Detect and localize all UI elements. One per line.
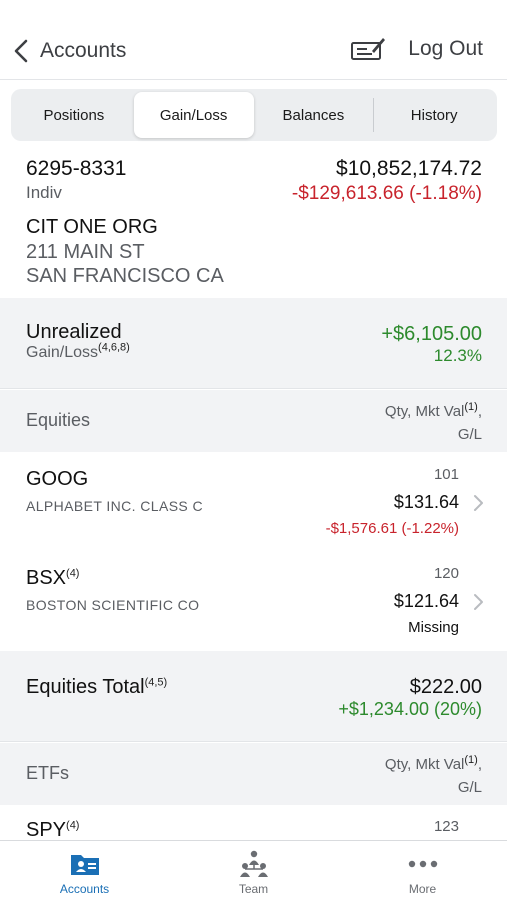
chevron-right-icon [473, 494, 485, 512]
position-quantity: 101 [433, 466, 459, 483]
chevron-left-icon [14, 34, 36, 68]
account-summary: 6295-8331 Indiv $10,852,174.72 -$129,613… [0, 152, 507, 298]
equities-total-section: Equities Total(4,5) $222.00 +$1,234.00 (… [0, 651, 507, 742]
position-symbol: GOOG [26, 468, 88, 491]
team-icon [237, 849, 271, 879]
etfs-header: ETFs Qty, Mkt Val(1), G/L [0, 743, 507, 805]
unrealized-gain-loss-section: Unrealized Gain/Loss(4,6,8) +$6,105.00 1… [0, 298, 507, 389]
equities-columns-label: Qty, Mkt Val(1), G/L [385, 400, 482, 446]
position-symbol: BSX(4) [26, 567, 79, 590]
equities-total-label: Equities Total(4,5) [26, 676, 167, 699]
footnote-ref[interactable]: (1) [464, 754, 477, 766]
etfs-label: ETFs [26, 763, 69, 783]
position-gain-loss: -$1,576.61 (-1.22%) [325, 520, 459, 537]
position-quantity: 120 [433, 565, 459, 582]
unrealized-subtitle: Gain/Loss(4,6,8) [26, 342, 130, 362]
tab-history[interactable]: History [374, 92, 494, 138]
log-out-button[interactable]: Log Out [408, 37, 483, 61]
etfs-columns-label: Qty, Mkt Val(1), G/L [385, 753, 482, 799]
tab-balances[interactable]: Balances [254, 92, 374, 138]
column-label-qty-mkt-val: Qty, Mkt Val [384, 403, 465, 420]
column-label-gl: G/L [457, 426, 482, 443]
segmented-tabs: Positions Gain/Loss Balances History [11, 89, 497, 141]
tabbar-label: Accounts [59, 882, 110, 896]
account-number: 6295-8331 [26, 157, 127, 180]
equities-header: Equities Qty, Mkt Val(1), G/L [0, 390, 507, 452]
tabbar-label: More [408, 882, 437, 896]
footnote-ref[interactable]: (4) [66, 819, 79, 831]
account-change: -$129,613.66 (-1.18%) [291, 183, 482, 204]
column-label-gl: G/L [457, 779, 482, 796]
position-row-goog[interactable]: GOOG ALPHABET INC. CLASS C 101 $131.64 -… [0, 452, 507, 552]
tab-gain-loss[interactable]: Gain/Loss [133, 92, 254, 138]
account-value: $10,852,174.72 [336, 157, 482, 180]
position-symbol: SPY(4) [26, 819, 79, 842]
position-quantity: 123 [433, 818, 459, 835]
footnote-ref[interactable]: (4,6,8) [98, 342, 130, 354]
account-type: Indiv [26, 183, 62, 202]
symbol-text: BSX [26, 567, 67, 589]
position-row-bsx[interactable]: BSX(4) BOSTON SCIENTIFIC CO 120 $121.64 … [0, 551, 507, 651]
tabbar-label: Team [238, 882, 269, 896]
unrealized-percent: 12.3% [433, 346, 482, 365]
address-line-1: 211 MAIN ST [26, 241, 145, 263]
symbol-text: GOOG [26, 468, 89, 490]
column-label-sep: , [477, 403, 482, 420]
bottom-tab-bar: Accounts Team More [0, 840, 507, 900]
symbol-text: SPY [26, 819, 67, 841]
unrealized-subtitle-text: Gain/Loss [26, 344, 99, 361]
unrealized-value: +$6,105.00 [381, 323, 482, 345]
back-to-accounts-button[interactable]: Accounts [14, 34, 126, 68]
equities-total-value: $222.00 [409, 676, 482, 698]
position-gain-loss: Missing [408, 619, 459, 636]
footnote-ref[interactable]: (1) [464, 401, 477, 413]
account-holder-name: CIT ONE ORG [26, 216, 158, 238]
equities-label: Equities [26, 410, 91, 430]
equities-total-change: +$1,234.00 (20%) [338, 699, 482, 719]
chevron-right-icon [473, 593, 485, 611]
tabbar-team[interactable]: Team [169, 841, 338, 900]
top-nav-bar: Accounts Log Out [0, 0, 507, 80]
footnote-ref[interactable]: (4,5) [145, 676, 168, 688]
position-description: BOSTON SCIENTIFIC CO [26, 597, 200, 613]
address-line-2: SAN FRANCISCO CA [26, 265, 224, 287]
position-market-value: $131.64 [393, 492, 459, 512]
back-label: Accounts [40, 39, 127, 62]
unrealized-title: Unrealized [26, 321, 122, 343]
equities-total-text: Equities Total [26, 676, 145, 698]
column-label-qty-mkt-val: Qty, Mkt Val [384, 756, 465, 773]
tab-positions[interactable]: Positions [14, 92, 134, 138]
position-market-value: $121.64 [393, 591, 459, 611]
footnote-ref[interactable]: (4) [66, 567, 79, 579]
more-dots-icon [406, 849, 440, 879]
tabbar-accounts[interactable]: Accounts [0, 841, 169, 900]
tabbar-more[interactable]: More [338, 841, 507, 900]
position-description: ALPHABET INC. CLASS C [26, 498, 203, 514]
signature-icon[interactable] [350, 34, 386, 64]
folder-icon [68, 849, 102, 879]
column-label-sep: , [477, 756, 482, 773]
